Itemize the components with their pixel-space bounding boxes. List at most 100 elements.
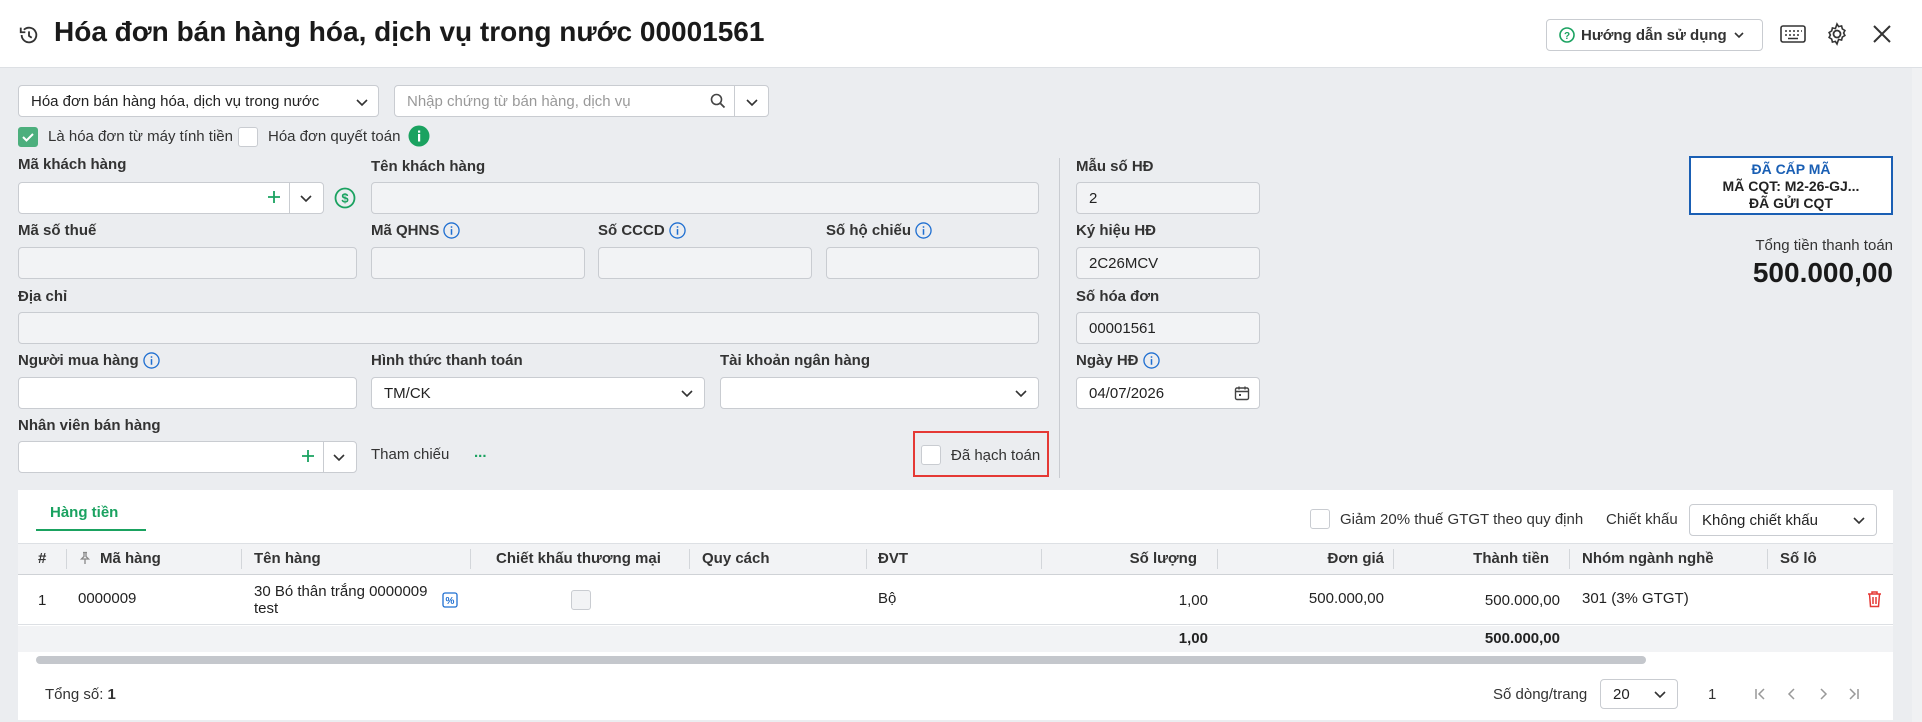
passport-input[interactable] (826, 247, 1039, 279)
invoice-date-input[interactable]: 04/07/2026 (1076, 377, 1260, 409)
chevron-down-icon[interactable] (332, 450, 346, 464)
chevron-down-icon (1734, 32, 1744, 39)
address-input[interactable] (18, 312, 1039, 344)
info-icon[interactable] (142, 352, 160, 369)
status-line-3: ĐÃ GỬI CQT (1749, 195, 1833, 211)
page-size-label: Số dòng/trang (1493, 686, 1588, 703)
info-icon[interactable] (668, 222, 686, 239)
qhns-label: Mã QHNS (371, 222, 461, 239)
dollar-icon[interactable]: $ (334, 187, 356, 209)
chevron-down-icon[interactable] (745, 95, 759, 109)
horizontal-scrollbar[interactable] (36, 656, 1646, 664)
invoice-type-select[interactable]: Hóa đơn bán hàng hóa, dịch vụ trong nước (18, 85, 379, 117)
next-page-icon[interactable] (1815, 686, 1831, 702)
help-label: Hướng dẫn sử dụng (1581, 26, 1727, 44)
chevron-down-icon (1853, 517, 1865, 525)
template-input[interactable]: 2 (1076, 182, 1260, 214)
symbol-input[interactable]: 2C26MCV (1076, 247, 1260, 279)
template-value: 2 (1089, 189, 1098, 207)
gear-icon[interactable] (1825, 22, 1849, 46)
cash-register-label: Là hóa đơn từ máy tính tiền (48, 128, 233, 145)
payment-method-label-text: Hình thức thanh toán (371, 352, 523, 369)
section-divider (1059, 158, 1060, 478)
col-name: Tên hàng (254, 550, 321, 567)
pin-icon[interactable] (78, 551, 92, 565)
col-trade-discount: Chiết khấu thương mại (496, 550, 661, 567)
bank-account-select[interactable] (720, 377, 1039, 409)
customer-name-input[interactable] (371, 182, 1039, 214)
row-quantity[interactable]: 1,00 (1044, 592, 1208, 609)
info-icon[interactable] (443, 222, 461, 239)
col-code: Mã hàng (100, 550, 161, 567)
history-icon[interactable] (18, 24, 40, 46)
info-icon[interactable] (915, 222, 932, 239)
tax-code-input[interactable] (18, 247, 357, 279)
salesperson-label: Nhân viên bán hàng (18, 417, 161, 434)
tab-items[interactable]: Hàng tiền (50, 504, 118, 521)
last-page-icon[interactable] (1846, 686, 1862, 702)
keyboard-icon[interactable] (1780, 24, 1806, 44)
plus-icon[interactable] (267, 190, 281, 204)
buyer-label-text: Người mua hàng (18, 352, 139, 369)
invoice-date-value: 04/07/2026 (1089, 384, 1165, 402)
cash-register-checkbox[interactable] (18, 127, 38, 147)
col-lot: Số lô (1780, 550, 1817, 567)
row-amount[interactable]: 500.000,00 (1396, 592, 1560, 609)
chevron-down-icon (681, 390, 693, 398)
posted-checkbox[interactable] (921, 445, 941, 465)
percent-icon[interactable]: % (442, 592, 458, 608)
column-divider (241, 549, 242, 569)
info-icon[interactable] (408, 125, 430, 147)
vertical-scrollbar[interactable] (1912, 68, 1922, 722)
col-industry-group: Nhóm ngành nghề (1582, 550, 1714, 567)
chevron-down-icon[interactable] (299, 191, 313, 205)
close-icon[interactable] (1871, 23, 1893, 45)
divider (323, 442, 324, 472)
settlement-checkbox[interactable] (238, 127, 258, 147)
invoice-date-label: Ngày HĐ (1076, 352, 1160, 369)
cccd-label: Số CCCD (598, 222, 686, 239)
vat-reduce-checkbox[interactable] (1310, 509, 1330, 529)
buyer-input[interactable] (18, 377, 357, 409)
passport-label-text: Số hộ chiếu (826, 222, 912, 239)
row-trade-discount-checkbox[interactable] (571, 590, 591, 610)
salesperson-label-text: Nhân viên bán hàng (18, 417, 161, 434)
row-industry-group[interactable]: 301 (3% GTGT) (1582, 590, 1689, 607)
first-page-icon[interactable] (1752, 686, 1768, 702)
discount-select[interactable]: Không chiết khấu (1689, 504, 1877, 536)
chevron-down-icon (1654, 691, 1666, 699)
discount-value: Không chiết khấu (1702, 511, 1818, 529)
customer-name-label: Tên khách hàng (371, 158, 485, 175)
address-label: Địa chỉ (18, 288, 67, 305)
chevron-down-icon (1015, 390, 1027, 398)
page-header: Hóa đơn bán hàng hóa, dịch vụ trong nước… (0, 0, 1922, 68)
column-divider (1217, 549, 1218, 569)
trash-icon[interactable] (1866, 590, 1883, 608)
invoice-date-label-text: Ngày HĐ (1076, 352, 1139, 369)
qhns-input[interactable] (371, 247, 585, 279)
row-name-line-2[interactable]: test (254, 600, 278, 617)
plus-icon[interactable] (301, 449, 315, 463)
row-unit-price[interactable]: 500.000,00 (1220, 590, 1384, 607)
payment-method-select[interactable]: TM/CK (371, 377, 705, 409)
help-button[interactable]: ? Hướng dẫn sử dụng (1546, 19, 1763, 51)
column-divider (866, 549, 867, 569)
row-name-line-1[interactable]: 30 Bó thân trắng 0000009 (254, 583, 427, 600)
current-page: 1 (1708, 686, 1717, 703)
col-index: # (38, 550, 47, 567)
col-unit: ĐVT (878, 550, 908, 567)
bank-account-label: Tài khoản ngân hàng (720, 352, 870, 369)
total-payment-label: Tổng tiền thanh toán (1755, 237, 1893, 254)
row-unit[interactable]: Bộ (878, 590, 896, 607)
cccd-input[interactable] (598, 247, 812, 279)
search-icon[interactable] (710, 93, 726, 109)
search-placeholder: Nhập chứng từ bán hàng, dịch vụ (407, 92, 631, 110)
invoice-number-input[interactable]: 00001561 (1076, 312, 1260, 344)
row-code[interactable]: 0000009 (78, 590, 136, 607)
footer-total-label: Tổng số: (45, 686, 104, 703)
summary-amount: 500.000,00 (1484, 630, 1560, 647)
prev-page-icon[interactable] (1784, 686, 1800, 702)
info-icon[interactable] (1142, 352, 1160, 369)
reference-more-link[interactable]: ... (474, 444, 487, 461)
calendar-icon[interactable] (1234, 385, 1250, 401)
